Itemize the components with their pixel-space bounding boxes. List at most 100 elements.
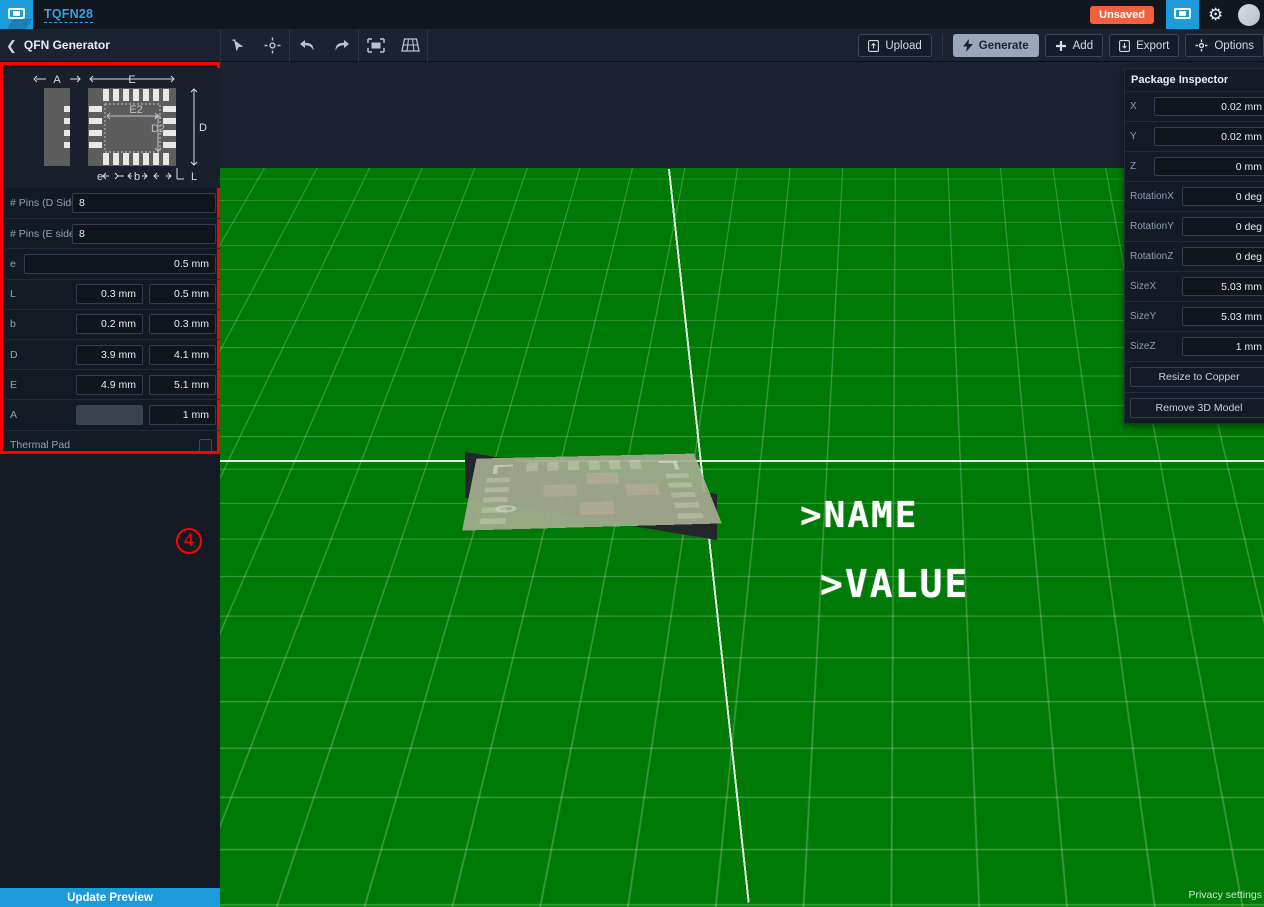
A-label: A: [10, 408, 18, 421]
resize-to-copper-button[interactable]: Resize to Copper: [1130, 367, 1264, 387]
parameters-card: A E D E2 D2 e b L # Pins (D Side) 8 # Pi…: [0, 62, 220, 454]
package-dimension-diagram: A E D E2 D2 e b L: [6, 68, 220, 188]
export-button[interactable]: Export: [1109, 34, 1180, 57]
redo-arrow-icon: [335, 39, 349, 50]
D-label: D: [10, 348, 18, 361]
lightning-bolt-icon: [962, 39, 973, 52]
row-thermal-pad: Thermal Pad: [6, 429, 220, 460]
upload-button[interactable]: Upload: [858, 34, 932, 57]
row-pins-e: # Pins (E side) 8: [6, 218, 220, 248]
inspector-row-rotationy: RotationY 0 deg: [1125, 211, 1264, 241]
options-crosshair-icon: [1195, 39, 1208, 52]
inspector-row-sizey: SizeY 5.03 mm: [1125, 301, 1264, 331]
corner-mark-left: [492, 464, 513, 474]
origin-tool-button[interactable]: [255, 29, 289, 62]
inspector-x-input[interactable]: 0.02 mm: [1154, 97, 1264, 116]
status-badge: Unsaved: [1090, 5, 1154, 24]
inspector-y-label: Y: [1130, 131, 1137, 142]
inspector-rotationz-label: RotationZ: [1130, 251, 1174, 262]
inspector-remove-wrap: Remove 3D Model: [1125, 392, 1264, 418]
plus-icon: [1055, 40, 1066, 51]
inspector-sizez-input[interactable]: 1 mm: [1182, 337, 1264, 356]
settings-button[interactable]: [1199, 0, 1232, 29]
parameter-rows: # Pins (D Side) 8 # Pins (E side) 8 e 0.…: [6, 188, 220, 460]
row-L: L 0.3 mm 0.5 mm: [6, 278, 220, 309]
row-pins-d: # Pins (D Side) 8: [6, 188, 220, 218]
add-button-label: Add: [1072, 39, 1094, 52]
inspector-rotationx-input[interactable]: 0 deg: [1182, 187, 1264, 206]
fit-to-screen-button[interactable]: [359, 29, 393, 62]
E-min-input[interactable]: 4.9 mm: [76, 374, 143, 395]
svg-text:D: D: [199, 122, 207, 134]
export-file-icon: [1119, 39, 1131, 52]
svg-text:E: E: [128, 74, 135, 86]
inspector-sizey-input[interactable]: 5.03 mm: [1182, 307, 1264, 326]
privacy-settings-link[interactable]: Privacy settings: [1188, 889, 1262, 901]
options-button-label: Options: [1214, 39, 1254, 52]
inspector-resize-wrap: Resize to Copper: [1125, 361, 1264, 387]
inspector-z-label: Z: [1130, 161, 1137, 172]
thermal-pad-checkbox[interactable]: [199, 438, 212, 452]
remove-3d-model-button[interactable]: Remove 3D Model: [1130, 398, 1264, 418]
package-3d-model[interactable]: [462, 367, 725, 553]
inspector-rotationy-label: RotationY: [1130, 221, 1174, 232]
thermal-pad-label: Thermal Pad: [10, 439, 71, 452]
package-inspector-panel: Package Inspector X 0.02 mm Y 0.02 mm Z …: [1124, 68, 1264, 424]
3d-viewport[interactable]: >NAME >VALUE Privacy settings: [220, 62, 1264, 907]
app-logo-button[interactable]: [0, 0, 33, 29]
inspector-row-x: X 0.02 mm: [1125, 91, 1264, 121]
L-max-input[interactable]: 0.5 mm: [149, 284, 216, 305]
D-input-pair: 3.9 mm 4.1 mm: [76, 344, 216, 365]
undo-button[interactable]: [290, 29, 324, 62]
undo-arrow-icon: [299, 39, 313, 50]
b-max-input[interactable]: 0.3 mm: [149, 314, 216, 335]
fit-to-screen-icon: [367, 37, 385, 53]
toolbar: ❮ QFN Generator Upload Generate Add Expo…: [0, 28, 1264, 62]
svg-text:A: A: [53, 74, 61, 86]
A-max-input[interactable]: 1 mm: [149, 404, 216, 425]
generate-button-label: Generate: [978, 39, 1029, 52]
inspector-row-rotationz: RotationZ 0 deg: [1125, 241, 1264, 271]
A-min-input[interactable]: [76, 404, 143, 425]
package-view-button[interactable]: [1166, 0, 1199, 29]
A-input-pair: 1 mm: [76, 404, 216, 425]
pins-e-input[interactable]: 8: [72, 223, 216, 244]
application-root: TQFN28 Unsaved ❮ QFN Generator: [0, 0, 1264, 907]
grid-perspective-icon: [400, 38, 420, 52]
inspector-sizex-input[interactable]: 5.03 mm: [1182, 277, 1264, 296]
upload-file-icon: [868, 39, 880, 52]
inspector-rotationy-input[interactable]: 0 deg: [1182, 217, 1264, 236]
b-min-input[interactable]: 0.2 mm: [76, 314, 143, 335]
row-pitch-e: e 0.5 mm: [6, 248, 220, 278]
add-button[interactable]: Add: [1044, 34, 1104, 57]
grid-view-button[interactable]: [393, 29, 427, 62]
D-max-input[interactable]: 4.1 mm: [149, 344, 216, 365]
inspector-sizez-label: SizeZ: [1130, 341, 1156, 352]
pins-d-input[interactable]: 8: [72, 193, 216, 214]
options-button[interactable]: Options: [1185, 34, 1264, 57]
avatar[interactable]: [1238, 3, 1260, 26]
inspector-y-input[interactable]: 0.02 mm: [1154, 127, 1264, 146]
upload-button-label: Upload: [885, 39, 922, 52]
inspector-row-sizex: SizeX 5.03 mm: [1125, 271, 1264, 301]
generate-button[interactable]: Generate: [952, 34, 1039, 57]
document-title[interactable]: TQFN28: [44, 7, 94, 23]
inspector-rotationz-input[interactable]: 0 deg: [1182, 247, 1264, 266]
cursor-arrow-icon: [232, 39, 243, 51]
L-min-input[interactable]: 0.3 mm: [76, 284, 143, 305]
back-to-generator-button[interactable]: ❮ QFN Generator: [0, 29, 220, 62]
E-max-input[interactable]: 5.1 mm: [149, 374, 216, 395]
update-preview-button[interactable]: Update Preview: [0, 888, 220, 907]
package-top-face: [462, 453, 722, 531]
pitch-e-input[interactable]: 0.5 mm: [24, 253, 216, 274]
b-label: b: [10, 318, 16, 331]
select-tool-button[interactable]: [221, 29, 255, 62]
svg-text:E2: E2: [129, 104, 142, 116]
D-min-input[interactable]: 3.9 mm: [76, 344, 143, 365]
redo-button[interactable]: [324, 29, 358, 62]
L-label: L: [10, 288, 16, 301]
svg-text:e: e: [97, 171, 103, 183]
inspector-z-input[interactable]: 0 mm: [1154, 157, 1264, 176]
toolbar-back-label: QFN Generator: [23, 38, 110, 52]
pins-d-label: # Pins (D Side): [10, 197, 81, 210]
